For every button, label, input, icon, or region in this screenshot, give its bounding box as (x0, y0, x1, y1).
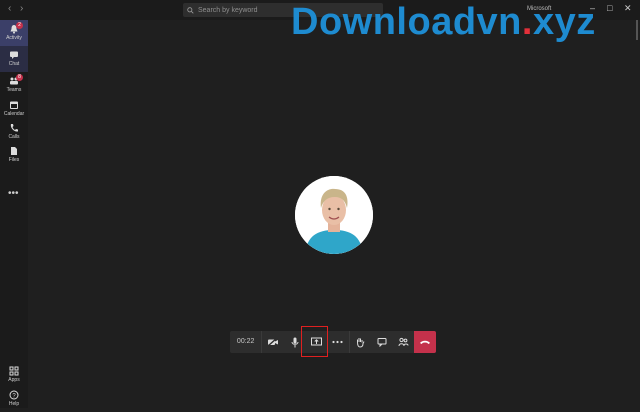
rail-item-label: Help (8, 401, 20, 407)
rail-item-apps[interactable]: Apps (0, 362, 28, 388)
apps-icon (9, 366, 19, 376)
scrollbar[interactable] (636, 20, 638, 40)
maximize-icon[interactable]: □ (607, 3, 612, 13)
watermark-main: Downloadvn (291, 1, 522, 43)
raise-hand-icon (357, 337, 365, 348)
participants-icon (398, 337, 409, 347)
rail-item-chat[interactable]: Chat (0, 46, 28, 72)
chevron-right-icon[interactable]: › (20, 3, 23, 14)
hang-up-button[interactable] (414, 331, 437, 353)
close-icon[interactable]: ✕ (624, 3, 632, 14)
share-highlight-box (301, 326, 328, 357)
teams-badge: 8 (16, 74, 23, 81)
app-rail: 2 Activity Chat 8 Teams Calendar Calls F… (0, 20, 28, 408)
hang-up-icon (420, 340, 431, 344)
participants-button[interactable] (393, 331, 415, 353)
more-apps-icon[interactable]: ••• (8, 188, 19, 199)
rail-item-activity[interactable]: 2 Activity (0, 20, 28, 46)
chat-icon (377, 338, 387, 347)
raise-hand-button[interactable] (348, 331, 372, 353)
microphone-icon (291, 337, 299, 347)
watermark-tld: xyz (532, 1, 596, 43)
rail-item-help[interactable]: ? Help (0, 386, 28, 412)
chevron-left-icon[interactable]: ‹ (8, 3, 11, 14)
video-off-icon (267, 337, 279, 347)
watermark-dot: . (521, 1, 533, 43)
chat-icon (10, 51, 18, 59)
file-icon (11, 147, 17, 155)
search-placeholder: Search by keyword (198, 6, 258, 14)
rail-item-label: Calendar (3, 111, 25, 117)
phone-icon (10, 124, 18, 132)
rail-item-label: Apps (8, 377, 20, 383)
more-actions-button[interactable] (327, 331, 349, 353)
calendar-icon (10, 101, 18, 109)
activity-badge: 2 (16, 22, 23, 29)
caller-avatar (295, 176, 373, 254)
chat-button[interactable] (371, 331, 393, 353)
rail-item-label: Activity (6, 35, 22, 41)
search-icon (187, 6, 194, 14)
rail-item-label: Calls (8, 134, 20, 140)
call-timer: 00:22 (230, 331, 263, 353)
call-control-bar: 00:22 (230, 331, 437, 353)
help-icon: ? (9, 390, 19, 400)
rail-item-label: Files (8, 157, 20, 163)
camera-toggle-button[interactable] (262, 331, 284, 353)
more-icon (332, 340, 344, 344)
rail-item-teams[interactable]: 8 Teams (0, 72, 28, 98)
watermark: Downloadvn.xyz (291, 2, 596, 42)
rail-item-label: Teams (6, 87, 22, 93)
rail-item-label: Chat (8, 61, 20, 67)
rail-item-files[interactable]: Files (0, 142, 28, 168)
